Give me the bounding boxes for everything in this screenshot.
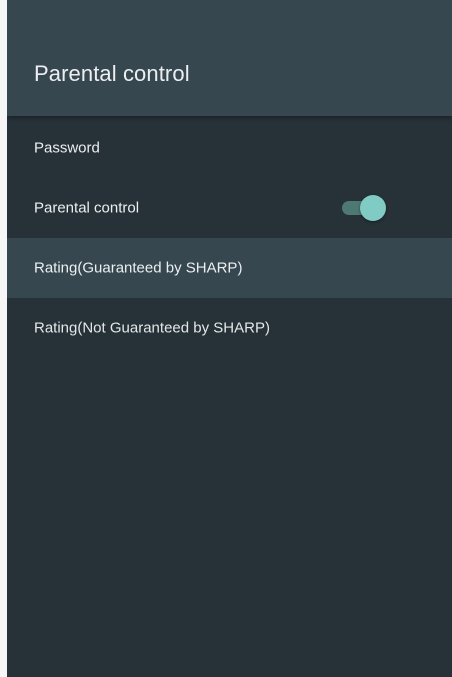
- menu-item-label: Rating(Not Guaranteed by SHARP): [34, 319, 270, 337]
- toggle-thumb: [360, 195, 386, 221]
- page-title: Parental control: [34, 61, 190, 86]
- menu-item-label: Parental control: [34, 199, 140, 217]
- settings-list: Password Parental control Rating(Guarant…: [7, 118, 452, 358]
- parental-control-toggle[interactable]: [340, 193, 388, 223]
- menu-item-label: Password: [34, 139, 100, 157]
- left-edge-strip: [0, 0, 7, 677]
- menu-item-password[interactable]: Password: [7, 118, 452, 178]
- screen: Parental control Password Parental contr…: [0, 0, 452, 677]
- menu-item-label: Rating(Guaranteed by SHARP): [34, 259, 243, 277]
- menu-item-rating-guaranteed[interactable]: Rating(Guaranteed by SHARP): [7, 238, 452, 298]
- settings-panel: Parental control Password Parental contr…: [7, 0, 452, 677]
- menu-item-parental-control[interactable]: Parental control: [7, 178, 452, 238]
- panel-header: Parental control: [7, 0, 452, 116]
- menu-item-rating-not-guaranteed[interactable]: Rating(Not Guaranteed by SHARP): [7, 298, 452, 358]
